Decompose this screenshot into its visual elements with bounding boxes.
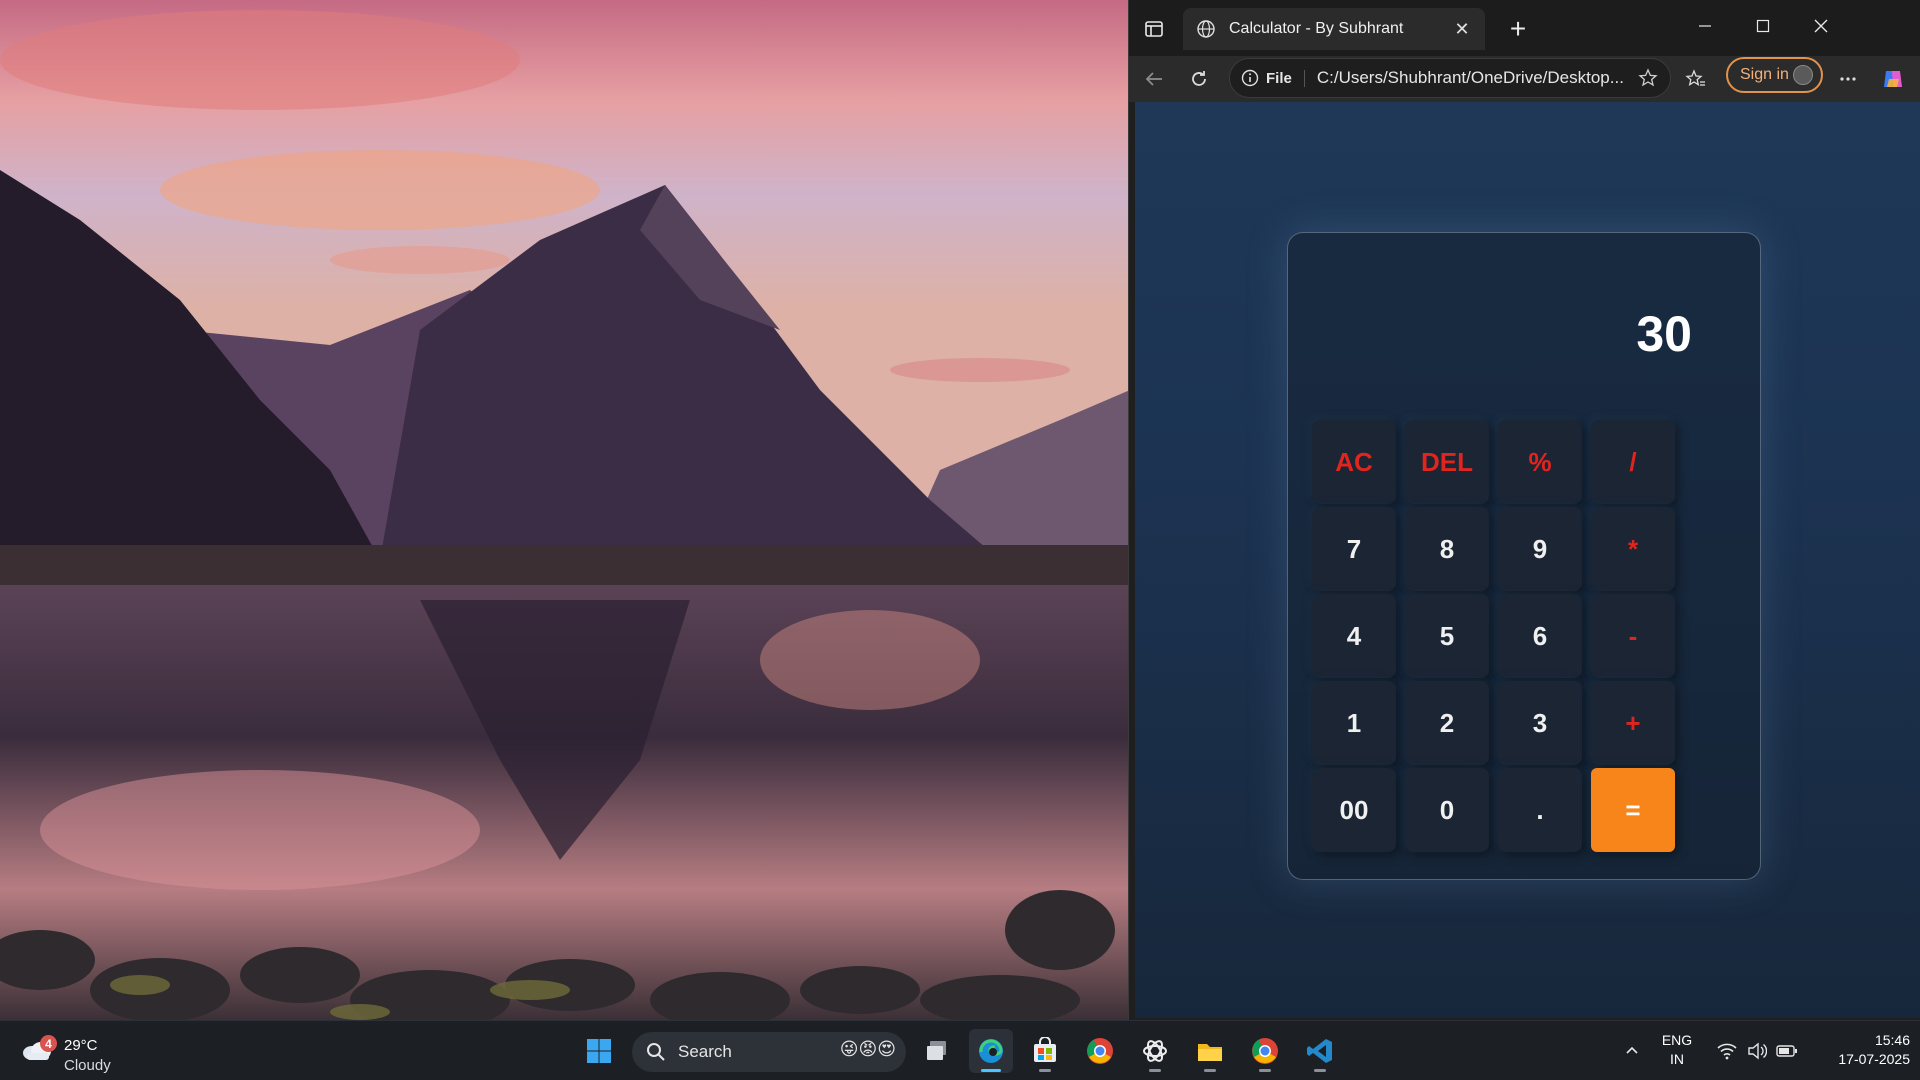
file-explorer-icon[interactable] [1188,1029,1232,1073]
running-indicator [1314,1069,1326,1072]
region-code: IN [1670,1051,1684,1067]
sign-in-label: Sign in [1740,66,1789,83]
weather-temperature: 29°C [64,1037,98,1054]
close-window-icon[interactable] [1793,8,1849,44]
search-icon [644,1040,668,1064]
digit-5-button[interactable]: 5 [1405,594,1489,678]
decimal-point-button[interactable]: . [1498,768,1582,852]
refresh-icon[interactable] [1182,62,1216,96]
active-indicator [981,1069,1001,1072]
favorite-star-icon[interactable] [1636,66,1660,90]
globe-icon [1195,18,1217,40]
minimize-icon[interactable] [1677,8,1733,44]
new-tab-button[interactable]: + [1501,12,1535,46]
url-scheme-chip[interactable]: File [1266,69,1305,87]
back-arrow-icon[interactable] [1137,62,1171,96]
clock-date: 17-07-2025 [1838,1051,1910,1067]
input-language[interactable]: ENG IN [1652,1031,1702,1069]
tab-title: Calculator - By Subhrant [1229,20,1404,37]
calculator-keypad: AC DEL%/ 7 8 9 * 4 5 6- 1 2 3 +00 0. = [1312,420,1676,852]
weather-condition: Cloudy [64,1057,111,1074]
vscode-icon[interactable] [1298,1029,1342,1073]
multiply-button[interactable]: * [1591,507,1675,591]
calculator: 30 AC DEL%/ 7 8 9 * 4 5 6- 1 2 3 +00 0. = [1287,232,1761,880]
equals-button[interactable]: = [1591,768,1675,852]
running-indicator [1149,1069,1161,1072]
task-view-icon[interactable] [915,1029,959,1073]
tab-calculator[interactable]: Calculator - By Subhrant ✕ [1183,8,1485,50]
digit-7-button[interactable]: 7 [1312,507,1396,591]
subtract-button[interactable]: - [1591,594,1675,678]
weather-widget[interactable]: 4 29°C Cloudy [18,1029,138,1074]
battery-icon[interactable] [1772,1029,1802,1073]
windows-start-icon[interactable] [577,1029,621,1073]
chrome-icon[interactable] [1243,1029,1287,1073]
chrome-icon[interactable] [1078,1029,1122,1073]
digit-2-button[interactable]: 2 [1405,681,1489,765]
chatgpt-icon[interactable] [1133,1029,1177,1073]
double-zero-button[interactable]: 00 [1312,768,1396,852]
wallpaper-landscape [0,0,1130,1020]
digit-6-button[interactable]: 6 [1498,594,1582,678]
digit-9-button[interactable]: 9 [1498,507,1582,591]
favorites-icon[interactable] [1679,62,1713,96]
tab-actions-icon[interactable] [1137,12,1171,46]
running-indicator [1204,1069,1216,1072]
profile-avatar [1793,65,1813,85]
running-indicator [1039,1069,1051,1072]
tab-close-icon[interactable]: ✕ [1451,18,1473,40]
maximize-icon[interactable] [1735,8,1791,44]
wifi-icon[interactable] [1712,1029,1742,1073]
tab-strip: Calculator - By Subhrant ✕ + [1129,0,1920,56]
percent-button[interactable]: % [1498,420,1582,504]
digit-4-button[interactable]: 4 [1312,594,1396,678]
digit-1-button[interactable]: 1 [1312,681,1396,765]
search-placeholder: Search [678,1042,732,1061]
add-button[interactable]: + [1591,681,1675,765]
system-clock[interactable]: 15:46 17-07-2025 [1810,1031,1910,1069]
running-indicator [1259,1069,1271,1072]
delete-button[interactable]: DEL [1405,420,1489,504]
microsoft-store-icon[interactable] [1023,1029,1067,1073]
weather-badge: 4 [40,1035,57,1052]
browser-window: Calculator - By Subhrant ✕ + File C:/Use… [1128,0,1920,1020]
volume-icon[interactable] [1742,1029,1772,1073]
url-text[interactable]: C:/Users/Shubhrant/OneDrive/Desktop... [1317,68,1636,88]
digit-3-button[interactable]: 3 [1498,681,1582,765]
calculator-display: 30 [1636,306,1692,362]
browser-toolbar: File C:/Users/Shubhrant/OneDrive/Desktop… [1129,56,1920,102]
language-code: ENG [1661,1032,1693,1048]
all-clear-button[interactable]: AC [1312,420,1396,504]
divide-button[interactable]: / [1591,420,1675,504]
sign-in-button[interactable]: Sign in [1726,57,1823,93]
show-hidden-icons-chevron-icon[interactable] [1618,1029,1646,1073]
info-icon[interactable] [1240,68,1260,88]
clock-time: 15:46 [1874,1032,1910,1048]
edge-icon[interactable] [969,1029,1013,1073]
digit-8-button[interactable]: 8 [1405,507,1489,591]
digit-0-button[interactable]: 0 [1405,768,1489,852]
page-content: 30 AC DEL%/ 7 8 9 * 4 5 6- 1 2 3 +00 0. = [1135,102,1920,1018]
more-menu-icon[interactable] [1831,62,1865,96]
taskbar-search[interactable]: Search 😜😡😍 [632,1032,906,1072]
address-bar[interactable]: File C:/Users/Shubhrant/OneDrive/Desktop… [1229,58,1671,98]
taskbar: 4 29°C Cloudy Search 😜😡😍 ENG IN 15:46 17… [0,1020,1920,1080]
search-emoji-highlight: 😜😡😍 [839,1039,896,1059]
copilot-icon[interactable] [1876,62,1910,96]
